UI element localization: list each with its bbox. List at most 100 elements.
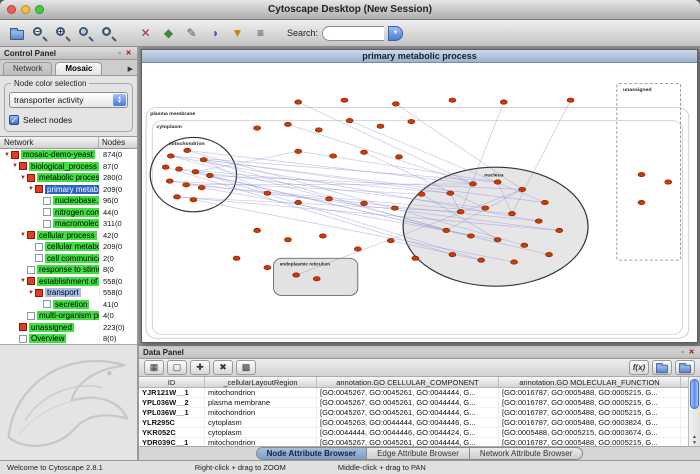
node-color-dropdown[interactable]: transporter activity ▲▼ <box>9 92 128 108</box>
tree-item-cell-communica[interactable]: cell communica...2(0 <box>0 253 137 265</box>
panel-float-icon[interactable]: ▫ <box>115 49 124 58</box>
network-node[interactable] <box>315 128 322 132</box>
panel-close-icon[interactable]: ✕ <box>124 49 133 58</box>
network-node[interactable] <box>361 201 368 205</box>
network-node[interactable] <box>478 258 485 262</box>
network-node[interactable] <box>264 265 271 269</box>
zoom-selected-icon[interactable]: ▫ <box>75 23 96 44</box>
tree-item-metabolic-process[interactable]: ▼metabolic process280(0 <box>0 172 137 184</box>
expander-icon[interactable]: ▼ <box>19 232 27 238</box>
network-node[interactable] <box>254 228 261 232</box>
panel-close-icon[interactable]: ✕ <box>687 348 696 357</box>
tree-item-response-to-stimul[interactable]: response to stimul...8(0 <box>0 264 137 276</box>
network-node[interactable] <box>319 234 326 238</box>
filter-icon[interactable]: ▼ <box>227 23 248 44</box>
network-node[interactable] <box>391 206 398 210</box>
network-node[interactable] <box>330 154 337 158</box>
tab-network[interactable]: Network <box>3 62 52 75</box>
network-node[interactable] <box>408 119 415 123</box>
unselect-attributes-icon[interactable]: ▢ <box>167 360 187 375</box>
tree-column-nodes[interactable]: Nodes <box>99 137 137 148</box>
tree-item-transport[interactable]: ▼transport558(0 <box>0 287 137 299</box>
network-node[interactable] <box>284 237 291 241</box>
network-node[interactable] <box>341 98 348 102</box>
network-view-title[interactable]: primary metabolic process <box>142 50 697 63</box>
table-row[interactable]: YLR295Ccytoplasm[GO:0045263, GO:0044444,… <box>139 418 688 428</box>
network-node[interactable] <box>346 118 353 122</box>
column-header-annotation-go-cellular-component[interactable]: annotation.GO CELLULAR_COMPONENT <box>317 377 499 387</box>
network-node[interactable] <box>449 252 456 256</box>
network-node[interactable] <box>447 191 454 195</box>
network-node[interactable] <box>295 100 302 104</box>
data-panel-header[interactable]: Data Panel ▫ ✕ <box>139 346 700 359</box>
network-node[interactable] <box>354 247 361 251</box>
network-node[interactable] <box>535 219 542 223</box>
tree-column-network[interactable]: Network <box>0 137 99 148</box>
tree-item-cellular-metabo[interactable]: cellular metabo...209(0 <box>0 241 137 253</box>
open-session-icon[interactable] <box>6 23 27 44</box>
zoom-window-button[interactable] <box>35 5 44 14</box>
tree-item-overview[interactable]: Overview8(0) <box>0 333 137 345</box>
network-node[interactable] <box>293 273 300 277</box>
tree-item-multi-organism-pro[interactable]: multi-organism pro...4(0 <box>0 310 137 322</box>
clear-attribute-icon[interactable]: ▩ <box>236 360 256 375</box>
network-node[interactable] <box>392 102 399 106</box>
network-node[interactable] <box>377 124 384 128</box>
table-row[interactable]: YPL036W__2plasma membrane[GO:0045267, GO… <box>139 398 688 408</box>
formula-builder-icon[interactable]: f(x) <box>629 360 649 375</box>
expander-icon[interactable]: ▼ <box>3 152 11 158</box>
column-header-id[interactable]: ID <box>139 377 205 387</box>
control-panel-header[interactable]: Control Panel ▫ ✕ <box>0 47 137 60</box>
network-node[interactable] <box>295 149 302 153</box>
network-node[interactable] <box>254 126 261 130</box>
zoom-out-icon[interactable]: − <box>29 23 50 44</box>
column-header-cellularlayoutregion[interactable]: _cellularLayoutRegion <box>205 377 317 387</box>
select-nodes-checkbox[interactable]: ✓ <box>9 115 19 125</box>
expander-icon[interactable]: ▼ <box>11 163 19 169</box>
import-attributes-icon[interactable] <box>652 360 672 375</box>
network-node[interactable] <box>519 187 526 191</box>
network-node[interactable] <box>546 252 553 256</box>
tab-node-attribute-browser[interactable]: Node Attribute Browser <box>256 447 368 460</box>
network-node[interactable] <box>361 150 368 154</box>
tree-item-unassigned[interactable]: unassigned223(0) <box>0 322 137 334</box>
tree-item-primary-metab[interactable]: ▼primary metab...209(0 <box>0 184 137 196</box>
table-row[interactable]: YPL036W__1mitochondrion[GO:0045267, GO:0… <box>139 408 688 418</box>
network-node[interactable] <box>638 172 645 176</box>
network-node[interactable] <box>556 228 563 232</box>
tree-item-nucleobase[interactable]: nucleobase...96(0 <box>0 195 137 207</box>
network-node[interactable] <box>509 211 516 215</box>
network-node[interactable] <box>184 148 191 152</box>
expander-icon[interactable]: ▼ <box>19 175 27 181</box>
search-dropdown-icon[interactable]: ▼ <box>388 26 403 41</box>
network-node[interactable] <box>511 260 518 264</box>
destroy-network-icon[interactable]: ✕ <box>135 23 156 44</box>
network-node[interactable] <box>295 200 302 204</box>
network-node[interactable] <box>638 200 645 204</box>
tab-mosaic[interactable]: Mosaic <box>55 62 102 75</box>
network-node[interactable] <box>395 155 402 159</box>
network-node[interactable] <box>183 183 190 187</box>
network-node[interactable] <box>284 122 291 126</box>
network-node[interactable] <box>176 167 183 171</box>
vizmapper-icon[interactable]: ◑ <box>204 23 225 44</box>
network-node[interactable] <box>494 180 501 184</box>
tree-item-secretion[interactable]: secretion41(0 <box>0 299 137 311</box>
network-node[interactable] <box>198 185 205 189</box>
scrollbar-arrows-icon[interactable]: ▲▼ <box>689 434 700 446</box>
network-node[interactable] <box>457 210 464 214</box>
create-view-icon[interactable]: ◆ <box>158 23 179 44</box>
delete-attribute-icon[interactable]: ✖ <box>213 360 233 375</box>
network-node[interactable] <box>494 237 501 241</box>
panel-float-icon[interactable]: ▫ <box>678 348 687 357</box>
network-node[interactable] <box>173 195 180 199</box>
network-node[interactable] <box>387 238 394 242</box>
network-node[interactable] <box>443 228 450 232</box>
expander-icon[interactable]: ▼ <box>19 278 27 284</box>
network-node[interactable] <box>567 98 574 102</box>
network-node[interactable] <box>166 179 173 183</box>
network-node[interactable] <box>418 192 425 196</box>
network-node[interactable] <box>192 170 199 174</box>
tree-item-macromolecule[interactable]: macromolecule...311(0 <box>0 218 137 230</box>
network-node[interactable] <box>412 256 419 260</box>
